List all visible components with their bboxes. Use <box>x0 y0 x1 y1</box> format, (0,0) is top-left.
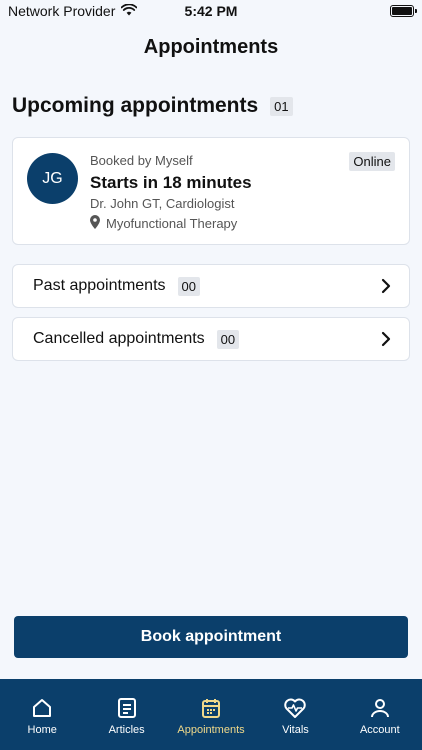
appointment-card[interactable]: JG Booked by Myself Starts in 18 minutes… <box>12 137 410 245</box>
tab-appointments-label: Appointments <box>177 724 245 736</box>
upcoming-title: Upcoming appointments <box>12 94 259 117</box>
location-pin-icon <box>90 215 100 232</box>
past-appointments-row[interactable]: Past appointments 00 <box>12 264 410 308</box>
tab-home-label: Home <box>27 724 57 736</box>
articles-icon <box>116 697 138 719</box>
status-bar: Network Provider 5:42 PM <box>0 0 422 22</box>
mode-badge: Online <box>349 152 395 171</box>
past-count-badge: 00 <box>177 276 200 296</box>
cancelled-count-badge: 00 <box>216 329 240 349</box>
specialty-row: Myofunctional Therapy <box>90 215 237 232</box>
page-title: Appointments <box>143 36 279 58</box>
specialty-label: Myofunctional Therapy <box>106 216 238 231</box>
cancelled-appointments-label: Cancelled appointments <box>33 330 205 347</box>
bottom-tab-bar: Home Articles Appointments Vitals Accoun… <box>0 679 422 750</box>
tab-appointments[interactable]: Appointments <box>169 679 253 750</box>
upcoming-count-badge: 01 <box>270 96 293 116</box>
tab-vitals[interactable]: Vitals <box>253 679 337 750</box>
home-icon <box>31 697 53 719</box>
carrier-label: Network Provider <box>8 3 116 19</box>
tab-account-label: Account <box>359 724 400 736</box>
wifi-icon <box>121 3 138 19</box>
tab-articles[interactable]: Articles <box>84 679 168 750</box>
avatar: JG <box>27 153 78 204</box>
tab-articles-label: Articles <box>108 724 145 736</box>
cancelled-appointments-row[interactable]: Cancelled appointments 00 <box>12 317 410 361</box>
tab-account[interactable]: Account <box>338 679 422 750</box>
tab-home[interactable]: Home <box>0 679 84 750</box>
battery-icon <box>390 5 417 17</box>
calendar-icon <box>200 697 222 719</box>
booked-by-label: Booked by Myself <box>90 153 193 168</box>
past-appointments-label: Past appointments <box>33 277 166 294</box>
doctor-label: Dr. John GT, Cardiologist <box>90 196 235 211</box>
tab-vitals-label: Vitals <box>282 724 309 736</box>
chevron-right-icon <box>381 278 391 294</box>
account-icon <box>369 697 391 719</box>
chevron-right-icon <box>381 331 391 347</box>
heart-pulse-icon <box>283 697 307 719</box>
starts-in-label: Starts in 18 minutes <box>90 173 252 192</box>
upcoming-header: Upcoming appointments 01 <box>12 94 293 118</box>
book-appointment-button[interactable]: Book appointment <box>14 616 408 658</box>
